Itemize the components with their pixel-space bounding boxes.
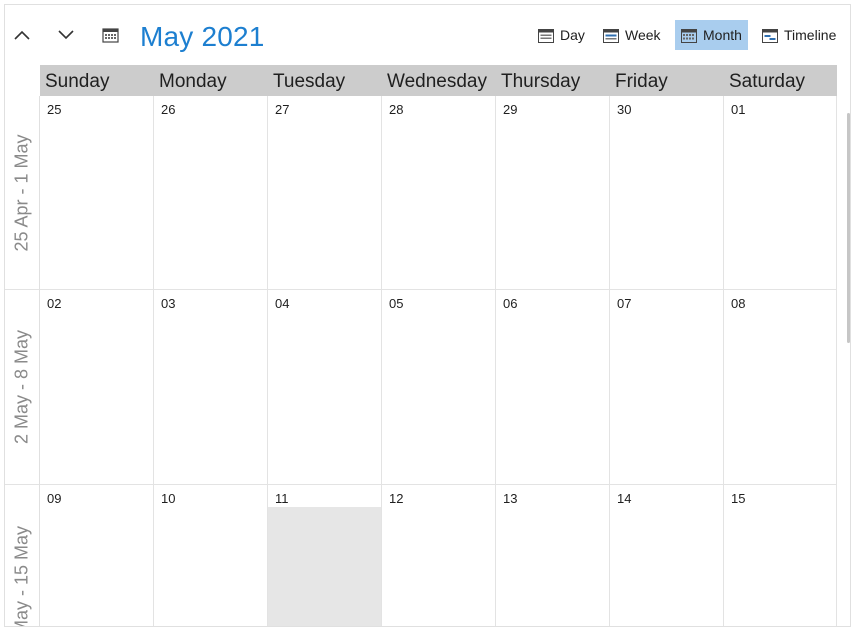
view-week-button[interactable]: Week [597,20,667,50]
day-number: 27 [275,102,290,117]
chevron-up-icon [14,30,30,40]
month-grid: Sunday Monday Tuesday Wednesday Thursday… [5,65,850,627]
day-cell[interactable]: 05 [382,290,496,485]
grid-corner [5,65,40,96]
day-header-sunday: Sunday [40,65,154,96]
day-header-tuesday: Tuesday [268,65,382,96]
day-cell[interactable]: 26 [154,96,268,290]
calendar-icon [762,28,778,43]
day-number: 14 [617,491,632,506]
view-day-button[interactable]: Day [532,20,591,50]
next-button[interactable] [51,20,81,50]
day-cell[interactable]: 29 [496,96,610,290]
day-number: 12 [389,491,404,506]
day-number: 26 [161,102,176,117]
day-number: 30 [617,102,632,117]
calendar-icon [101,28,119,43]
view-month-label: Month [703,27,742,43]
day-number: 03 [161,296,176,311]
day-number: 01 [731,102,746,117]
day-header-wednesday: Wednesday [382,65,496,96]
day-cell[interactable]: 02 [40,290,154,485]
day-number: 11 [275,491,289,506]
day-cell[interactable]: 25 [40,96,154,290]
day-cell[interactable]: 30 [610,96,724,290]
day-number: 09 [47,491,62,506]
day-cell[interactable]: 03 [154,290,268,485]
day-cell[interactable]: 09 [40,485,154,626]
week-label: 25 Apr - 1 May [5,96,40,290]
day-cell[interactable]: 27 [268,96,382,290]
day-number: 06 [503,296,518,311]
view-timeline-button[interactable]: Timeline [756,20,842,50]
day-cell[interactable]: 06 [496,290,610,485]
day-cell[interactable]: 28 [382,96,496,290]
week-label: 9 May - 15 May [5,485,40,627]
day-number: 15 [731,491,746,506]
day-header-monday: Monday [154,65,268,96]
day-cell[interactable]: 01 [724,96,837,290]
day-header-thursday: Thursday [496,65,610,96]
current-day-highlight [268,507,381,626]
vertical-scrollbar[interactable] [847,113,850,343]
week-label: 2 May - 8 May [5,290,40,485]
calendar-icon [538,28,554,43]
chevron-down-icon [58,30,74,40]
day-number: 05 [389,296,404,311]
view-week-label: Week [625,27,661,43]
day-number: 13 [503,491,518,506]
week-label-text: 25 Apr - 1 May [11,133,32,252]
day-header-friday: Friday [610,65,724,96]
day-number: 07 [617,296,632,311]
scheduler-header: May 2021 Day Week Month Timeline [5,5,850,65]
day-cell[interactable]: 07 [610,290,724,485]
scheduler-frame: May 2021 Day Week Month Timeline Sunday … [4,4,851,627]
day-header-saturday: Saturday [724,65,837,96]
day-cell[interactable]: 14 [610,485,724,626]
week-label-text: 2 May - 8 May [11,329,32,445]
previous-button[interactable] [7,20,37,50]
view-month-button[interactable]: Month [675,20,748,50]
day-cell[interactable]: 10 [154,485,268,626]
day-number: 25 [47,102,62,117]
day-number: 29 [503,102,518,117]
day-cell[interactable]: 04 [268,290,382,485]
calendar-icon [603,28,619,43]
view-timeline-label: Timeline [784,27,837,43]
day-cell[interactable]: 13 [496,485,610,626]
day-cell[interactable]: 15 [724,485,837,626]
calendar-icon [681,28,697,43]
view-day-label: Day [560,27,585,43]
month-title[interactable]: May 2021 [140,19,265,55]
day-number: 04 [275,296,290,311]
day-number: 08 [731,296,746,311]
date-picker-button[interactable] [95,20,125,50]
day-number: 10 [161,491,176,506]
day-cell[interactable]: 12 [382,485,496,626]
week-label-text: 9 May - 15 May [11,525,32,627]
day-cell-current[interactable]: 11 [268,485,382,626]
day-number: 02 [47,296,62,311]
day-cell[interactable]: 08 [724,290,837,485]
day-number: 28 [389,102,404,117]
